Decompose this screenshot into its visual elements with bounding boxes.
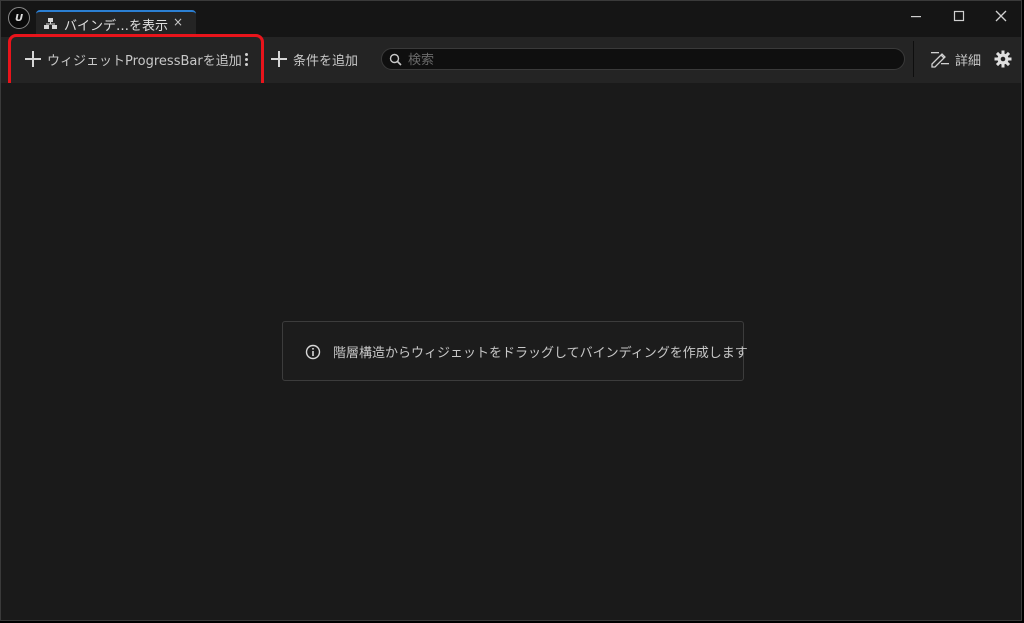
add-condition-button[interactable]: 条件を追加	[271, 47, 358, 71]
tab-bindings[interactable]: バインデ…を表示 ×	[36, 10, 196, 37]
kebab-menu-icon[interactable]	[245, 53, 249, 67]
close-button[interactable]	[989, 5, 1013, 27]
settings-button[interactable]	[994, 47, 1012, 71]
search-input[interactable]	[406, 50, 890, 70]
info-icon	[305, 344, 321, 360]
add-widget-label: ウィジェットProgressBarを追加	[47, 53, 242, 69]
add-widget-button[interactable]: ウィジェットProgressBarを追加	[25, 47, 242, 71]
search-box[interactable]	[381, 48, 905, 70]
maximize-icon	[953, 10, 965, 22]
gear-icon	[994, 50, 1012, 68]
toolbar-separator	[913, 41, 914, 77]
binding-window: U バインデ…を表示 × ウィジェットProgressBarを追加 条件を追加 …	[0, 0, 1022, 621]
pencil-edit-icon	[931, 52, 949, 68]
details-label: 詳細	[955, 53, 982, 69]
plus-icon	[271, 51, 287, 67]
tab-close-icon[interactable]: ×	[173, 15, 183, 29]
maximize-button[interactable]	[947, 5, 971, 27]
title-bar: U バインデ…を表示 ×	[1, 1, 1021, 37]
details-button[interactable]: 詳細	[930, 47, 981, 71]
add-condition-label: 条件を追加	[293, 53, 359, 69]
unreal-logo-icon[interactable]: U	[8, 7, 30, 29]
tab-title: バインデ…を表示	[64, 19, 169, 34]
info-message-text: 階層構造からウィジェットをドラッグしてバインディングを作成します	[333, 346, 748, 361]
minimize-icon	[911, 16, 921, 18]
hierarchy-icon	[44, 18, 57, 29]
close-icon	[995, 10, 1007, 22]
plus-icon	[25, 51, 41, 67]
minimize-button[interactable]	[904, 5, 928, 27]
info-message-box: 階層構造からウィジェットをドラッグしてバインディングを作成します	[282, 321, 748, 381]
search-icon	[389, 53, 402, 66]
